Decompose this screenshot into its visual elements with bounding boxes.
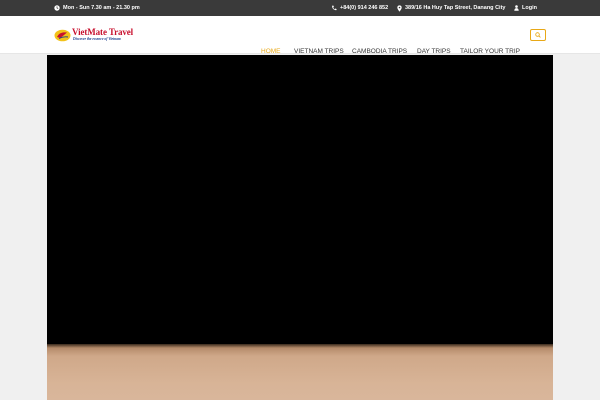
hero-image-sunset	[47, 344, 553, 400]
login-link[interactable]: Login	[514, 0, 537, 16]
clock-icon	[54, 5, 60, 11]
search-icon	[535, 32, 541, 38]
opening-hours: Mon - Sun 7.30 am - 21.30 pm	[54, 0, 140, 16]
address-contact: 389/16 Ha Huy Tap Street, Danang City	[397, 0, 505, 16]
login-label[interactable]: Login	[522, 5, 537, 11]
address-text: 389/16 Ha Huy Tap Street, Danang City	[405, 5, 506, 11]
hero-slider[interactable]	[47, 55, 553, 400]
user-icon	[514, 5, 519, 11]
top-info-bar: Mon - Sun 7.30 am - 21.30 pm +84(0) 914 …	[0, 0, 600, 16]
main-nav: HOME VIETNAM TRIPS CAMBODIA TRIPS DAY TR…	[0, 16, 600, 64]
phone-contact[interactable]: +84(0) 914 246 852	[331, 0, 388, 16]
phone-number[interactable]: +84(0) 914 246 852	[340, 5, 388, 11]
opening-hours-text: Mon - Sun 7.30 am - 21.30 pm	[63, 5, 140, 11]
phone-icon	[332, 5, 337, 11]
search-button[interactable]	[530, 29, 546, 41]
location-pin-icon	[397, 4, 402, 12]
